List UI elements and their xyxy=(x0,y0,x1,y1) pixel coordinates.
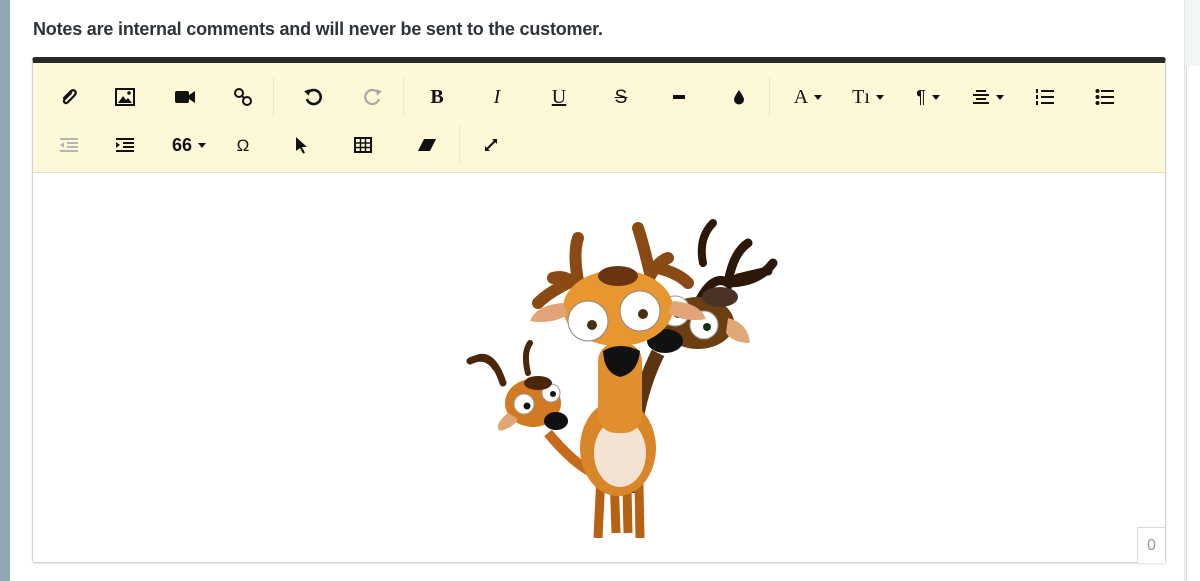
quote-label: 66 xyxy=(171,135,193,155)
text-color-button[interactable] xyxy=(721,77,757,117)
minus-icon xyxy=(673,95,685,99)
toolbar-divider xyxy=(459,125,460,165)
undo-icon xyxy=(304,88,322,106)
special-char-label: Ω xyxy=(236,135,250,155)
chevron-down-icon xyxy=(814,94,823,100)
chevron-down-icon xyxy=(198,142,207,148)
blockquote-dropdown[interactable]: 66 xyxy=(165,125,213,165)
cursor-icon xyxy=(296,137,307,154)
chevron-down-icon xyxy=(996,94,1004,100)
fullscreen-button[interactable] xyxy=(473,125,509,165)
toolbar-divider xyxy=(403,77,404,117)
unordered-list-button[interactable] xyxy=(1087,77,1123,117)
font-size-label: Tı xyxy=(852,86,870,108)
outdent-icon xyxy=(60,138,78,152)
unordered-list-icon xyxy=(1095,89,1114,105)
align-icon xyxy=(973,90,989,104)
paperclip-icon xyxy=(62,89,77,105)
expand-icon xyxy=(485,139,497,151)
reindeer-cartoon-image xyxy=(466,219,778,538)
font-size-dropdown[interactable]: Tı xyxy=(845,77,891,117)
italic-button[interactable]: I xyxy=(479,77,515,117)
scrollbar[interactable] xyxy=(1186,66,1200,581)
eraser-icon xyxy=(418,139,436,151)
undo-button[interactable] xyxy=(295,77,331,117)
strikethrough-label: S xyxy=(614,86,628,108)
chevron-down-icon xyxy=(875,94,884,100)
insert-video-button[interactable] xyxy=(167,77,203,117)
indent-icon xyxy=(116,138,134,152)
center-deer xyxy=(530,222,706,538)
ordered-list-button[interactable] xyxy=(1027,77,1063,117)
editor-content-area[interactable]: 0 xyxy=(33,173,1165,563)
character-counter: 0 xyxy=(1137,527,1165,563)
select-all-button[interactable] xyxy=(283,125,319,165)
special-character-button[interactable]: Ω xyxy=(225,125,261,165)
drop-icon xyxy=(734,90,744,105)
italic-label: I xyxy=(493,86,501,108)
internal-notes-notice: Notes are internal comments and will nev… xyxy=(33,19,603,39)
rich-text-editor: B I U S A Tı ¶ 66 Ω 0 xyxy=(32,57,1166,563)
bold-button[interactable]: B xyxy=(419,77,455,117)
indent-button[interactable] xyxy=(107,125,143,165)
image-icon xyxy=(115,88,135,106)
table-icon xyxy=(354,137,372,153)
video-icon xyxy=(175,91,195,103)
insert-image-button[interactable] xyxy=(107,77,143,117)
insert-table-button[interactable] xyxy=(345,125,381,165)
ordered-list-icon xyxy=(1036,89,1054,105)
paragraph-dropdown[interactable]: ¶ xyxy=(905,77,951,117)
horizontal-rule-button[interactable] xyxy=(661,77,697,117)
redo-icon xyxy=(364,88,382,106)
outdent-button[interactable] xyxy=(51,125,87,165)
align-dropdown[interactable] xyxy=(965,77,1011,117)
redo-button[interactable] xyxy=(355,77,391,117)
insert-link-button[interactable] xyxy=(225,77,261,117)
editor-toolbar: B I U S A Tı ¶ 66 Ω xyxy=(33,63,1165,173)
toolbar-divider xyxy=(769,77,770,117)
toolbar-divider xyxy=(273,77,274,117)
paragraph-label: ¶ xyxy=(916,87,926,107)
clear-formatting-button[interactable] xyxy=(409,125,445,165)
link-icon xyxy=(234,88,252,106)
strikethrough-button[interactable]: S xyxy=(603,77,639,117)
font-family-label: A xyxy=(793,86,809,108)
attach-button[interactable] xyxy=(51,77,87,117)
small-deer xyxy=(466,340,596,478)
font-family-dropdown[interactable]: A xyxy=(785,77,831,117)
chevron-down-icon xyxy=(931,94,940,100)
underline-button[interactable]: U xyxy=(541,77,577,117)
underline-label: U xyxy=(551,86,567,108)
left-accent-bar xyxy=(0,0,10,581)
bold-label: B xyxy=(430,86,444,108)
